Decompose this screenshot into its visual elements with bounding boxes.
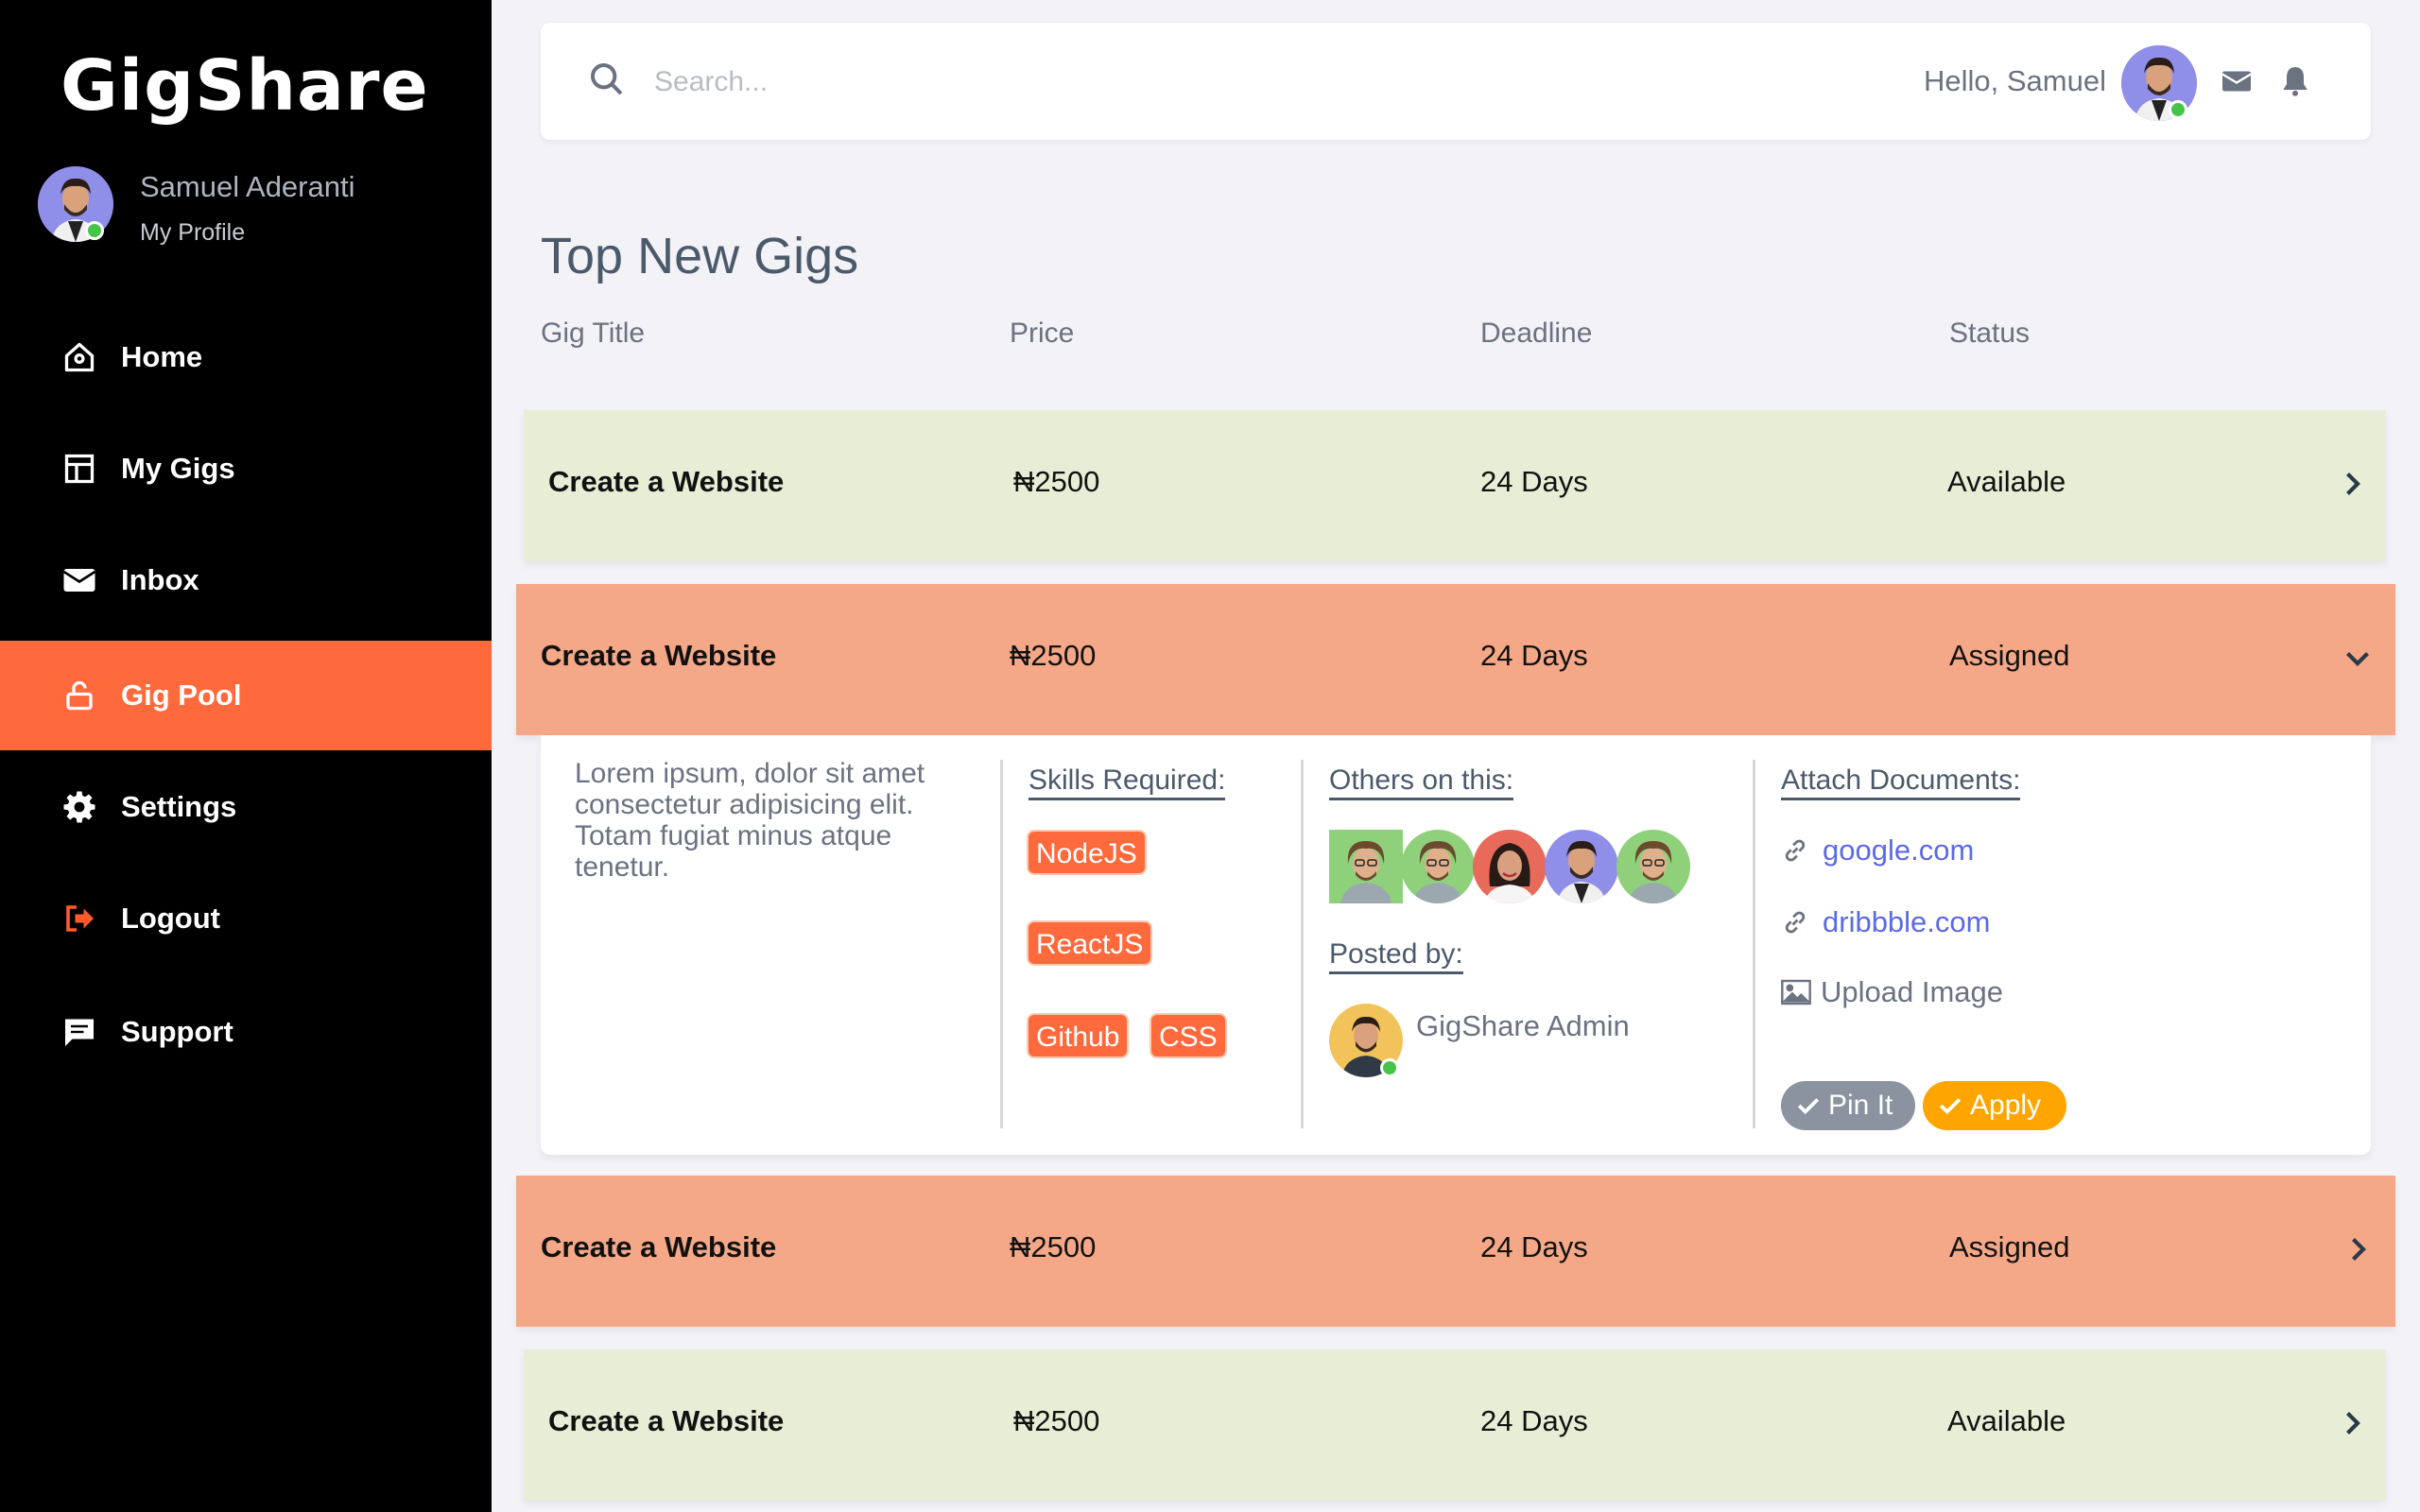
gig-title: Create a Website — [541, 639, 777, 672]
link-icon — [1785, 839, 1806, 862]
gig-status: Available — [1947, 465, 2066, 498]
divider — [1000, 760, 1003, 1128]
column-header-status: Status — [1949, 318, 2031, 349]
check-icon — [1797, 1098, 1820, 1115]
upload-image-label: Upload Image — [1821, 975, 2004, 1008]
check-icon — [1939, 1098, 1962, 1115]
skill-tag: Github — [1027, 1013, 1130, 1058]
search-icon[interactable] — [588, 60, 626, 98]
column-header-gig-title: Gig Title — [541, 318, 646, 349]
link-text[interactable]: google.com — [1823, 833, 1974, 868]
image-icon — [1781, 979, 1811, 1005]
sidebar-item-label: Support — [121, 1015, 233, 1048]
profile-name: Samuel Aderanti — [140, 170, 355, 203]
skills-heading: Skills Required: — [1028, 764, 1226, 800]
online-status-dot — [85, 221, 104, 240]
sidebar: GigShare Samuel Aderanti My Profile Home… — [0, 0, 492, 1512]
greeting-text: Hello, Samuel — [1924, 64, 2106, 97]
avatar[interactable] — [1616, 830, 1690, 903]
sidebar-item-label: Settings — [121, 790, 237, 823]
gig-status: Assigned — [1949, 639, 2070, 672]
document-link[interactable]: google.com — [1781, 833, 1974, 868]
gig-deadline: 24 Days — [1480, 639, 1588, 672]
avatar[interactable] — [1545, 830, 1618, 903]
chevron-down-icon[interactable] — [2341, 641, 2375, 675]
skill-tag: ReactJS — [1027, 920, 1153, 966]
gig-deadline: 24 Days — [1480, 1404, 1588, 1437]
gig-status: Assigned — [1949, 1230, 2070, 1263]
gig-price: ₦2500 — [1010, 639, 1097, 672]
sidebar-item-logout[interactable]: Logout — [0, 864, 492, 973]
chat-icon — [60, 1013, 98, 1051]
mail-icon[interactable] — [2220, 64, 2254, 98]
sidebar-item-inbox[interactable]: Inbox — [0, 525, 492, 635]
gear-icon — [60, 788, 98, 826]
layout-icon — [60, 450, 98, 488]
others-heading: Others on this: — [1329, 764, 1514, 800]
profile-card[interactable]: Samuel Aderanti My Profile — [38, 166, 473, 251]
top-bar: Hello, Samuel — [541, 23, 2371, 140]
upload-image-button[interactable]: Upload Image — [1781, 975, 2003, 1009]
gig-detail-panel: Lorem ipsum, dolor sit amet consectetur … — [541, 735, 2371, 1155]
chevron-right-icon[interactable] — [2335, 1406, 2369, 1440]
home-icon — [60, 338, 98, 376]
chevron-right-icon[interactable] — [2335, 467, 2369, 501]
attach-documents-heading: Attach Documents: — [1781, 764, 2021, 800]
column-header-price: Price — [1010, 318, 1075, 349]
lock-icon — [60, 677, 98, 714]
posted-by-name: GigShare Admin — [1416, 1009, 1630, 1042]
avatar[interactable] — [1401, 830, 1475, 903]
divider — [1753, 760, 1755, 1128]
gig-row-expanded[interactable]: Create a Website ₦2500 24 Days Assigned — [516, 584, 2395, 735]
logout-icon — [60, 900, 98, 937]
page-title: Top New Gigs — [541, 228, 859, 284]
sidebar-item-home[interactable]: Home — [0, 302, 492, 412]
gig-row[interactable]: Create a Website ₦2500 24 Days Assigned — [516, 1176, 2395, 1327]
gig-status: Available — [1947, 1404, 2066, 1437]
gig-title: Create a Website — [548, 1404, 785, 1437]
search-input[interactable] — [652, 51, 1318, 113]
sidebar-item-support[interactable]: Support — [0, 977, 492, 1087]
my-profile-link[interactable]: My Profile — [140, 219, 245, 247]
gig-price: ₦2500 — [1013, 1404, 1100, 1437]
gig-price: ₦2500 — [1010, 1230, 1097, 1263]
gig-row[interactable]: Create a Website ₦2500 24 Days Available — [524, 410, 2386, 561]
divider — [1301, 760, 1304, 1128]
link-icon — [1785, 911, 1806, 934]
column-header-deadline: Deadline — [1480, 318, 1593, 349]
sidebar-item-label: Logout — [121, 902, 221, 935]
gig-title: Create a Website — [548, 465, 785, 498]
avatar[interactable] — [1329, 830, 1403, 903]
gig-deadline: 24 Days — [1480, 1230, 1588, 1263]
bell-icon[interactable] — [2278, 64, 2312, 98]
chevron-right-icon[interactable] — [2341, 1232, 2375, 1266]
online-status-dot — [1380, 1058, 1399, 1077]
document-link[interactable]: dribbble.com — [1781, 905, 1990, 939]
apply-label: Apply — [1970, 1090, 2042, 1121]
pin-it-button[interactable]: Pin It — [1781, 1081, 1915, 1130]
skill-tag: CSS — [1150, 1013, 1227, 1058]
gig-description: Lorem ipsum, dolor sit amet consectetur … — [575, 758, 925, 883]
skill-tag: NodeJS — [1027, 830, 1147, 875]
apply-button[interactable]: Apply — [1923, 1081, 2066, 1130]
gig-row[interactable]: Create a Website ₦2500 24 Days Available — [524, 1349, 2386, 1501]
sidebar-item-gig-pool[interactable]: Gig Pool — [0, 641, 492, 750]
pin-it-label: Pin It — [1828, 1090, 1893, 1121]
online-status-dot — [2169, 100, 2187, 119]
sidebar-item-label: Home — [121, 340, 203, 373]
sidebar-item-label: My Gigs — [121, 452, 235, 485]
sidebar-item-label: Inbox — [121, 563, 199, 596]
posted-by-heading: Posted by: — [1329, 937, 1463, 974]
sidebar-item-settings[interactable]: Settings — [0, 752, 492, 862]
sidebar-item-my-gigs[interactable]: My Gigs — [0, 414, 492, 524]
app-logo[interactable]: GigShare — [60, 45, 429, 127]
avatar[interactable] — [1473, 830, 1547, 903]
envelope-icon — [60, 561, 98, 599]
gig-deadline: 24 Days — [1480, 465, 1588, 498]
sidebar-item-label: Gig Pool — [121, 679, 242, 712]
gig-price: ₦2500 — [1013, 465, 1100, 498]
gig-title: Create a Website — [541, 1230, 777, 1263]
link-text[interactable]: dribbble.com — [1823, 905, 1990, 939]
